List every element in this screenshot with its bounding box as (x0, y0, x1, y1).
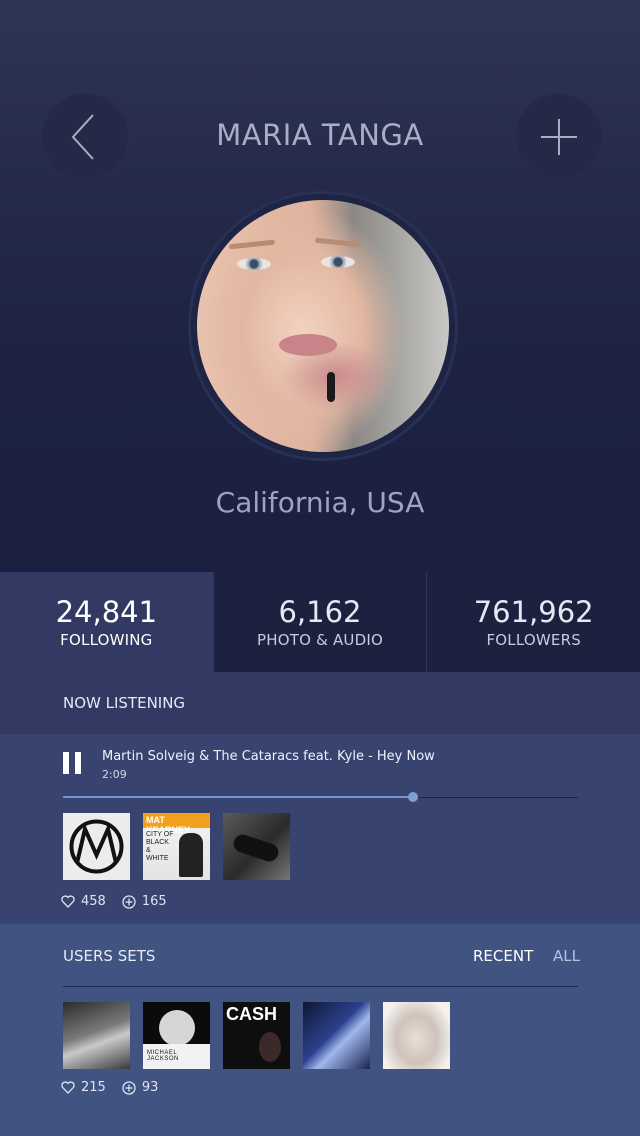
progress-bar[interactable] (63, 792, 578, 802)
album-art (179, 833, 203, 877)
avatar-detail (321, 256, 355, 268)
album-artist: CASH (226, 1004, 278, 1024)
avatar-detail (279, 334, 337, 356)
pause-icon (63, 752, 69, 774)
album-thumb[interactable]: MAT KEARNEY CITY OF BLACK & WHITE (143, 813, 210, 880)
album-artist: MICHAEL JACKSON (147, 1050, 179, 1062)
album-art (231, 832, 281, 864)
stat-label: FOLLOWERS (486, 631, 581, 649)
stat-value: 24,841 (55, 595, 158, 629)
now-listening-header: NOW LISTENING (0, 672, 640, 734)
album-title: CITY OF BLACK & WHITE (146, 831, 174, 862)
add-count-value: 165 (141, 894, 167, 909)
like-count-value: 215 (81, 1080, 106, 1095)
album-art (159, 1010, 195, 1046)
add-count[interactable]: 165 (122, 894, 167, 909)
section-title: NOW LISTENING (63, 694, 186, 712)
heart-icon (61, 895, 75, 908)
set-thumb[interactable] (383, 1002, 450, 1069)
avatar-detail (228, 239, 276, 250)
stat-value: 6,162 (278, 595, 362, 629)
pause-button[interactable] (63, 752, 81, 774)
add-button[interactable] (515, 93, 603, 181)
stat-value: 761,962 (473, 595, 594, 629)
heart-icon (61, 1081, 75, 1094)
album-thumb[interactable] (223, 813, 290, 880)
stat-label: PHOTO & AUDIO (257, 631, 383, 649)
add-count-value: 93 (141, 1080, 159, 1095)
stat-following[interactable]: 24,841 FOLLOWING (0, 572, 214, 672)
m-logo-icon (69, 819, 124, 874)
progress-fill (63, 796, 414, 798)
location-text: California, USA (215, 486, 425, 519)
track-title: Martin Solveig & The Cataracs feat. Kyle… (102, 749, 435, 764)
like-count[interactable]: 215 (61, 1080, 106, 1095)
track-time: 2:09 (102, 768, 127, 781)
stat-label: FOLLOWING (60, 631, 153, 649)
set-thumb[interactable]: MICHAEL JACKSON (143, 1002, 210, 1069)
plus-circle-icon (122, 894, 136, 909)
pause-icon (75, 752, 81, 774)
plus-circle-icon (122, 1080, 136, 1095)
album-art (259, 1032, 281, 1062)
like-count[interactable]: 458 (61, 894, 106, 909)
divider (63, 986, 578, 987)
stat-photo-audio[interactable]: 6,162 PHOTO & AUDIO (214, 572, 428, 672)
avatar-frame (191, 194, 455, 458)
album-thumb[interactable] (63, 813, 130, 880)
plus-icon (541, 119, 577, 155)
avatar-detail (314, 237, 362, 248)
stat-followers[interactable]: 761,962 FOLLOWERS (427, 572, 640, 672)
profile-header: MARIA TANGA California, USA (0, 0, 640, 572)
set-thumb[interactable] (63, 1002, 130, 1069)
add-count[interactable]: 93 (122, 1080, 159, 1095)
profile-screen: MARIA TANGA California, USA 24,841 FOLLO… (0, 0, 640, 1136)
avatar-detail (327, 372, 335, 402)
avatar[interactable] (197, 200, 449, 452)
set-thumb[interactable]: CASH (223, 1002, 290, 1069)
users-sets-counts: 215 93 (61, 1080, 174, 1095)
set-thumb[interactable] (303, 1002, 370, 1069)
section-title: USERS SETS (63, 947, 156, 965)
avatar-detail (237, 258, 271, 270)
tab-recent[interactable]: RECENT (473, 947, 533, 965)
now-listening-counts: 458 165 (61, 894, 183, 909)
stats-bar: 24,841 FOLLOWING 6,162 PHOTO & AUDIO 761… (0, 572, 640, 672)
like-count-value: 458 (81, 894, 106, 909)
tab-all[interactable]: ALL (553, 947, 580, 965)
